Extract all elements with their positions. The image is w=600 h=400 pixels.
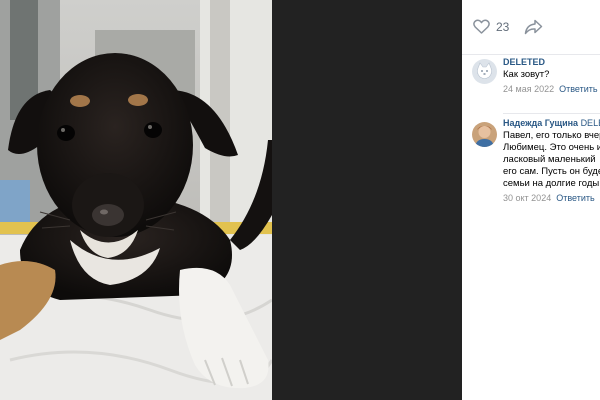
comment-author-line: Надежда Гущина DELETED xyxy=(503,118,600,128)
comment-text-line: семьи на долгие годы xyxy=(503,178,600,189)
comment-text: Павел, его только вчера Любимец. Это оче… xyxy=(503,130,600,190)
comment-date[interactable]: 30 окт 2024 xyxy=(503,193,551,203)
reply-to-user[interactable]: DELETED xyxy=(581,118,600,128)
like-count: 23 xyxy=(496,19,510,34)
comment-meta: 30 окт 2024 Ответить xyxy=(503,193,600,203)
comments-panel: 23 DELETED Как зовут? 24 мая 2022 Ответи… xyxy=(462,0,600,400)
share-icon xyxy=(524,19,543,39)
reply-link[interactable]: Ответить xyxy=(559,84,597,94)
heart-icon xyxy=(473,19,490,34)
share-button[interactable] xyxy=(524,19,543,40)
comment-text-line: Любимец. Это очень и xyxy=(503,142,600,153)
comment-date[interactable]: 24 мая 2022 xyxy=(503,84,554,94)
like-button[interactable]: 23 xyxy=(473,19,509,34)
comment-divider xyxy=(503,113,600,114)
user-avatar[interactable] xyxy=(472,122,497,147)
comment-text-line: Павел, его только вчера xyxy=(503,130,600,141)
comment-author[interactable]: Надежда Гущина xyxy=(503,118,578,128)
photo-viewer xyxy=(0,0,462,400)
comment-meta: 24 мая 2022 Ответить xyxy=(503,84,600,94)
puppy-photo[interactable] xyxy=(0,0,272,400)
reply-link[interactable]: Ответить xyxy=(556,193,594,203)
comment-text: Как зовут? xyxy=(503,69,550,80)
post-actions: 23 xyxy=(462,0,600,55)
comment-text-line: его сам. Пусть он буде xyxy=(503,166,600,177)
deleted-user-avatar[interactable] xyxy=(472,59,497,84)
comment-author[interactable]: DELETED xyxy=(503,57,600,67)
comment-text-line: ласковый маленький xyxy=(503,154,596,165)
